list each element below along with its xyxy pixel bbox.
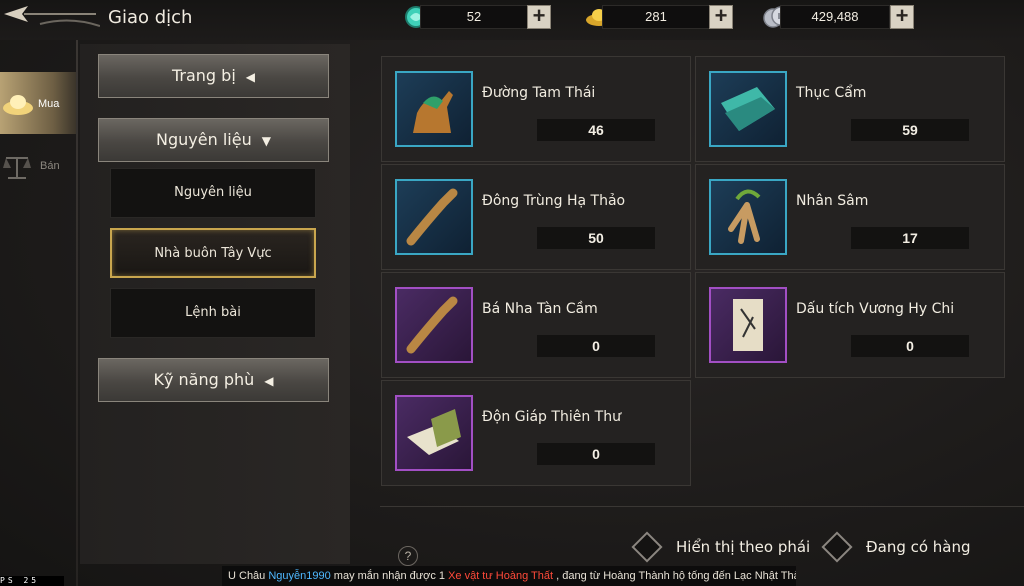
item-name: Đường Tam Thái [482, 85, 596, 101]
game-root: Giao dịch 52 + 281 + 429,488 + Mua Bán T… [0, 0, 1024, 586]
gold-amount: 281 [602, 5, 710, 29]
tab-sell-label: Bán [40, 160, 60, 172]
item-quantity: 50 [537, 227, 655, 249]
broadcast-suffix: , đang từ Hoàng Thành hộ tống đến Lạc Nh… [553, 570, 796, 582]
ginseng-icon [709, 179, 787, 255]
item-name: Dấu tích Vương Hy Chi [796, 301, 955, 317]
cordyceps-icon [395, 179, 473, 255]
item-quantity: 17 [851, 227, 969, 249]
item-name: Đông Trùng Hạ Thảo [482, 193, 626, 209]
help-button[interactable]: ? [398, 546, 418, 566]
in-stock-label: Đang có hàng [866, 538, 971, 556]
page-title: Giao dịch [108, 7, 193, 28]
jade-amount: 52 [420, 5, 528, 29]
book-icon [395, 395, 473, 471]
ingot-icon [3, 95, 33, 115]
item-card[interactable]: Đông Trùng Hạ Thảo 50 [381, 164, 691, 270]
subcategory-nguyen-lieu[interactable]: Nguyên liệu [110, 168, 316, 218]
category-nguyen-lieu-label: Nguyên liệu [156, 130, 252, 149]
broadcast-prefix: U Châu [228, 570, 269, 582]
tab-sell[interactable]: Bán [0, 136, 76, 198]
tab-buy-label: Mua [38, 98, 60, 110]
add-silver-button[interactable]: + [890, 5, 914, 29]
broken-qin-icon [395, 287, 473, 363]
subcategory-lenh-bai[interactable]: Lệnh bài [110, 288, 316, 338]
add-gold-button[interactable]: + [709, 5, 733, 29]
checkbox-diamond-icon [821, 531, 853, 563]
expand-arrow-icon: ▼ [261, 134, 271, 148]
scale-icon [3, 157, 31, 179]
item-quantity: 59 [851, 119, 969, 141]
back-button[interactable] [0, 2, 100, 32]
item-quantity: 46 [537, 119, 655, 141]
collapse-arrow-icon: ◀ [245, 70, 256, 84]
item-card[interactable]: Độn Giáp Thiên Thư 0 [381, 380, 691, 486]
currency-silver: 429,488 + [762, 4, 916, 30]
category-ky-nang-phu-label: Kỹ năng phù [153, 370, 255, 389]
silk-cloth-icon [709, 71, 787, 147]
item-quantity: 0 [851, 335, 969, 357]
category-ky-nang-phu[interactable]: Kỹ năng phù ◀ [98, 358, 329, 402]
category-nguyen-lieu[interactable]: Nguyên liệu ▼ [98, 118, 329, 162]
filter-by-sect-label: Hiển thị theo phái [676, 538, 811, 556]
top-bar: Giao dịch 52 + 281 + 429,488 + [0, 0, 1024, 40]
collapse-arrow-icon: ◀ [264, 374, 274, 388]
checkbox-diamond-icon [631, 531, 663, 563]
calligraphy-scroll-icon [709, 287, 787, 363]
item-quantity: 0 [537, 443, 655, 465]
add-jade-button[interactable]: + [527, 5, 551, 29]
currency-gold: 281 + [584, 4, 734, 30]
subcategory-nha-buon-tay-vuc[interactable]: Nhà buôn Tây Vực [110, 228, 316, 278]
item-quantity: 0 [537, 335, 655, 357]
item-name: Bá Nha Tàn Cầm [482, 301, 598, 317]
item-name: Nhân Sâm [796, 193, 869, 209]
filter-by-sect-option[interactable]: Hiển thị theo phái [631, 531, 810, 564]
system-broadcast: U Châu Nguyễn1990 may mắn nhận được 1 Xe… [222, 566, 796, 586]
item-card[interactable]: Nhân Sâm 17 [695, 164, 1005, 270]
item-card[interactable]: Đường Tam Thái 46 [381, 56, 691, 162]
broadcast-player: Nguyễn1990 [268, 570, 331, 582]
tang-sancai-camel-icon [395, 71, 473, 147]
category-trang-bi[interactable]: Trang bị ◀ [98, 54, 329, 98]
broadcast-mid: may mắn nhận được 1 [330, 570, 449, 582]
broadcast-item: Xe vật tư Hoàng Thất [448, 570, 554, 582]
item-card[interactable]: Thục Cẩm 59 [695, 56, 1005, 162]
category-trang-bi-label: Trang bị [171, 66, 236, 85]
back-arrow-icon [4, 6, 100, 27]
currency-jade: 52 + [402, 4, 552, 30]
item-name: Thục Cẩm [796, 85, 867, 101]
tab-buy[interactable]: Mua [0, 72, 76, 134]
fps-counter: PS 25 [0, 576, 64, 586]
item-card[interactable]: Dấu tích Vương Hy Chi 0 [695, 272, 1005, 378]
bottom-divider [380, 506, 1024, 507]
silver-amount: 429,488 [780, 5, 890, 29]
in-stock-option[interactable]: Đang có hàng [821, 531, 971, 564]
item-name: Độn Giáp Thiên Thư [482, 409, 621, 425]
item-card[interactable]: Bá Nha Tàn Cầm 0 [381, 272, 691, 378]
left-divider [76, 40, 78, 586]
